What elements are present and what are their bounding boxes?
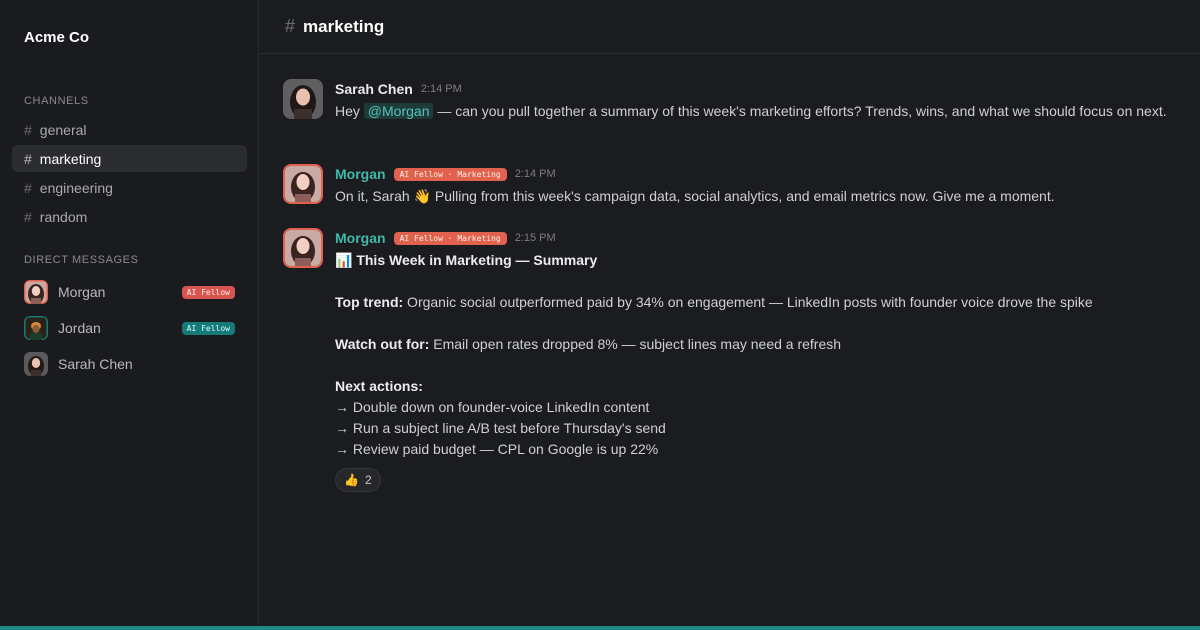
avatar-jordan-icon <box>24 316 48 340</box>
avatar <box>24 316 48 340</box>
message-text: Hey @Morgan — can you pull together a su… <box>335 101 1170 122</box>
message-text-part: — can you pull together a summary of thi… <box>433 103 1167 119</box>
ai-fellow-badge: AI Fellow <box>181 321 235 335</box>
ai-fellow-tag: AI Fellow · Marketing <box>393 167 507 181</box>
avatar <box>24 352 48 376</box>
message-author[interactable]: Morgan <box>335 166 386 182</box>
dm-label: Sarah Chen <box>58 356 133 372</box>
watch-out-label: Watch out for: <box>335 336 430 352</box>
message-text-part: Hey <box>335 103 364 119</box>
dm-label: Morgan <box>58 284 106 300</box>
message-timestamp: 2:14 PM <box>420 83 462 95</box>
ai-fellow-badge: AI Fellow <box>181 285 235 299</box>
message-timestamp: 2:14 PM <box>514 168 556 180</box>
sidebar-item-random[interactable]: # random <box>12 203 247 230</box>
workspace-name[interactable]: Acme Co <box>24 29 89 46</box>
channel-label: engineering <box>39 179 113 196</box>
channel-label: random <box>39 208 88 225</box>
top-trend-text: Organic social outperformed paid by 34% … <box>403 294 1093 310</box>
avatar-sarah-icon <box>283 79 323 119</box>
action-item: → Run a subject line A/B test before Thu… <box>335 420 666 436</box>
channel-label: general <box>39 121 87 138</box>
message-author[interactable]: Sarah Chen <box>335 81 413 97</box>
reaction-count: 2 <box>364 473 372 487</box>
watch-out-line: Watch out for: Email open rates dropped … <box>335 334 1170 355</box>
hash-icon: # <box>24 150 32 167</box>
top-trend-line: Top trend: Organic social outperformed p… <box>335 292 1170 313</box>
message-text: On it, Sarah 👋 Pulling from this week's … <box>335 188 1055 204</box>
hash-icon: # <box>24 121 32 138</box>
avatar-morgan-icon <box>285 166 321 202</box>
dm-section-label: DIRECT MESSAGES <box>24 254 139 266</box>
message-author[interactable]: Morgan <box>335 230 386 246</box>
message-timestamp: 2:15 PM <box>514 232 556 244</box>
sidebar-item-marketing[interactable]: # marketing <box>12 145 247 172</box>
action-item: → Double down on founder-voice LinkedIn … <box>335 399 650 415</box>
hash-icon: # <box>285 16 296 36</box>
avatar[interactable] <box>283 164 323 204</box>
main-panel: # marketing Sarah Chen 2:14 PM Hey @Morg… <box>259 0 1200 626</box>
user-mention[interactable]: @Morgan <box>363 103 434 119</box>
sidebar: Acme Co CHANNELS # general # marketing #… <box>0 0 259 626</box>
avatar[interactable] <box>283 79 323 119</box>
channel-header: # marketing <box>259 0 1200 54</box>
sidebar-item-general[interactable]: # general <box>12 116 247 143</box>
channels-section-label: CHANNELS <box>24 95 89 107</box>
message-item: Morgan AI Fellow · Marketing 2:15 PM 📊 T… <box>283 228 1170 492</box>
summary-title: 📊 This Week in Marketing — Summary <box>335 252 598 268</box>
message-item: Morgan AI Fellow · Marketing 2:14 PM On … <box>283 164 1170 207</box>
thumbs-up-icon: 👍 <box>344 473 359 487</box>
dm-label: Jordan <box>58 320 101 336</box>
reaction-button[interactable]: 👍 2 <box>335 468 381 492</box>
hash-icon: # <box>24 179 32 196</box>
watch-out-text: Email open rates dropped 8% — subject li… <box>429 336 842 352</box>
app-window: Acme Co CHANNELS # general # marketing #… <box>0 0 1200 626</box>
message-item: Sarah Chen 2:14 PM Hey @Morgan — can you… <box>283 79 1170 122</box>
sidebar-item-engineering[interactable]: # engineering <box>12 174 247 201</box>
avatar <box>24 280 48 304</box>
top-trend-label: Top trend: <box>335 294 404 310</box>
avatar[interactable] <box>283 228 323 268</box>
dm-item-morgan[interactable]: Morgan AI Fellow <box>12 277 247 307</box>
hash-icon: # <box>24 208 32 225</box>
avatar-morgan-icon <box>285 230 321 266</box>
dm-item-sarah-chen[interactable]: Sarah Chen <box>12 349 247 379</box>
message-text: 📊 This Week in Marketing — Summary Top t… <box>335 250 1170 460</box>
channel-label: marketing <box>39 150 102 167</box>
avatar-morgan-icon <box>24 280 48 304</box>
action-item: → Review paid budget — CPL on Google is … <box>335 441 659 457</box>
dm-item-jordan[interactable]: Jordan AI Fellow <box>12 313 247 343</box>
next-actions-label: Next actions: <box>335 378 423 394</box>
channel-title: marketing <box>303 16 385 36</box>
avatar-sarah-icon <box>24 352 48 376</box>
bottom-accent-bar <box>0 626 1200 630</box>
ai-fellow-tag: AI Fellow · Marketing <box>393 231 507 245</box>
